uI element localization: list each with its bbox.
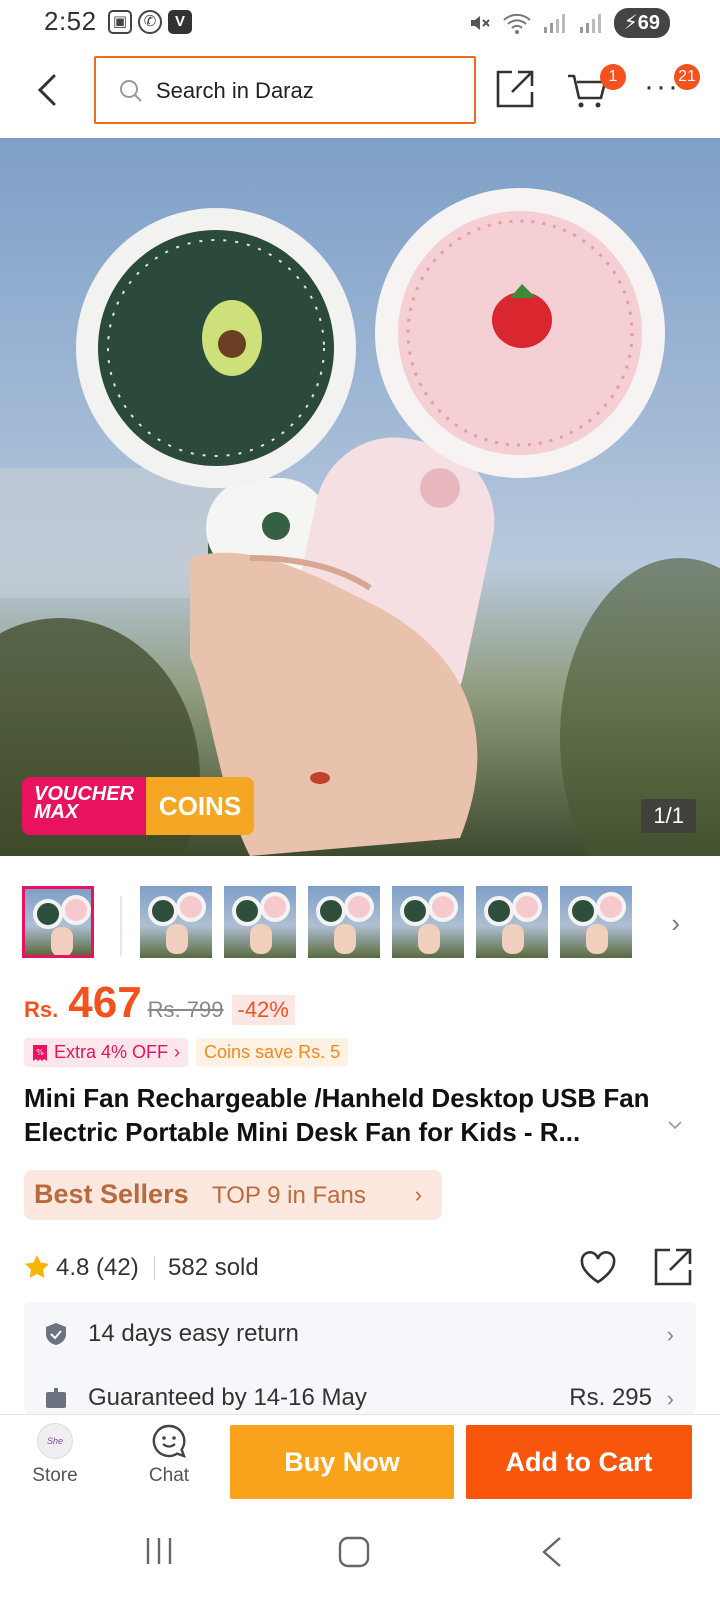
share-icon[interactable] bbox=[652, 1246, 694, 1288]
more-badge: 21 bbox=[674, 64, 700, 90]
search-icon bbox=[120, 80, 142, 102]
thumbnail-2[interactable] bbox=[140, 886, 212, 958]
promo-row: % Extra 4% OFF › Coins save Rs. 5 bbox=[24, 1038, 349, 1067]
store-button[interactable]: She Store bbox=[22, 1423, 88, 1487]
chat-icon bbox=[152, 1424, 187, 1458]
status-app-icons: ▣ ✆ V bbox=[108, 10, 192, 34]
heart-icon[interactable] bbox=[578, 1248, 618, 1288]
best-sellers-label: Best Sellers bbox=[34, 1179, 189, 1209]
thumbnail-7[interactable] bbox=[560, 886, 632, 958]
status-bar: 2:52 ▣ ✆ V ⚡69 bbox=[0, 0, 720, 46]
mute-icon bbox=[470, 16, 490, 30]
store-label: Store bbox=[32, 1465, 78, 1486]
store-logo: She bbox=[37, 1423, 73, 1459]
chat-button[interactable]: Chat bbox=[134, 1423, 204, 1487]
gallery-icon: ▣ bbox=[108, 10, 132, 34]
top-bar: Search in Daraz 1 ··· 21 bbox=[0, 46, 720, 136]
v-icon: V bbox=[168, 10, 192, 34]
delivery-label: Guaranteed by 14-16 May bbox=[88, 1384, 367, 1411]
delivery-icon bbox=[46, 1388, 66, 1408]
thumbnail-6[interactable] bbox=[476, 886, 548, 958]
thumbnail-4[interactable] bbox=[308, 886, 380, 958]
product-page: 2:52 ▣ ✆ V ⚡69 Search in Daraz 1 ··· 21 bbox=[0, 0, 720, 1600]
thumbnail-divider bbox=[120, 896, 122, 956]
return-policy-row[interactable]: 14 days easy return › bbox=[24, 1302, 696, 1366]
sold-count: 582 sold bbox=[168, 1254, 259, 1281]
return-policy-label: 14 days easy return bbox=[88, 1320, 299, 1347]
shield-check-icon bbox=[46, 1323, 66, 1345]
chevron-right-icon[interactable]: › bbox=[671, 908, 680, 939]
price-currency: Rs. bbox=[24, 997, 59, 1022]
image-counter: 1/1 bbox=[641, 799, 696, 833]
coins-label: COINS bbox=[146, 777, 254, 835]
battery-indicator: ⚡69 bbox=[613, 8, 670, 38]
chevron-right-icon: › bbox=[174, 1042, 181, 1062]
chevron-down-icon[interactable] bbox=[666, 1116, 684, 1134]
chat-label: Chat bbox=[148, 1465, 190, 1486]
back-icon[interactable] bbox=[540, 1536, 564, 1568]
delivery-row[interactable]: Guaranteed by 14-16 May Rs. 295 › bbox=[24, 1366, 696, 1414]
coins-save-promo[interactable]: Coins save Rs. 5 bbox=[196, 1038, 349, 1067]
original-price: Rs. 799 bbox=[147, 997, 224, 1022]
price-row: Rs. 467 Rs. 799 -42% bbox=[24, 978, 295, 1028]
bottom-action-bar: She Store Chat Buy Now Add to Cart bbox=[0, 1414, 720, 1508]
voucher-line2: MAX bbox=[34, 801, 79, 823]
signal-icon bbox=[543, 14, 565, 33]
current-price: 467 bbox=[68, 978, 142, 1027]
home-icon[interactable] bbox=[338, 1536, 370, 1568]
recent-apps-icon[interactable] bbox=[144, 1536, 174, 1566]
search-input[interactable]: Search in Daraz bbox=[94, 56, 476, 124]
best-sellers-banner[interactable]: Best Sellers TOP 9 in Fans › bbox=[24, 1170, 442, 1220]
rating-divider bbox=[154, 1256, 155, 1280]
rating-score[interactable]: 4.8 (42) bbox=[56, 1254, 139, 1282]
voucher-max-badge[interactable]: VOUCHER MAX COINS bbox=[22, 777, 254, 835]
cart-badge: 1 bbox=[600, 64, 626, 90]
buy-now-button[interactable]: Buy Now bbox=[230, 1425, 454, 1499]
thumbnail-5[interactable] bbox=[392, 886, 464, 958]
chevron-right-icon: › bbox=[414, 1182, 422, 1207]
delivery-price: Rs. 295 bbox=[569, 1384, 652, 1411]
rating-row: 4.8 (42) 582 sold bbox=[24, 1248, 704, 1292]
chevron-right-icon: › bbox=[666, 1322, 674, 1347]
product-photo bbox=[0, 188, 720, 856]
status-right: ⚡69 bbox=[468, 8, 670, 38]
status-time: 2:52 bbox=[44, 6, 97, 36]
chevron-right-icon: › bbox=[666, 1386, 674, 1411]
signal-icon-2 bbox=[579, 14, 601, 33]
best-sellers-rank: TOP 9 in Fans bbox=[212, 1182, 366, 1209]
product-image[interactable]: VOUCHER MAX COINS 1/1 bbox=[0, 138, 720, 856]
product-title[interactable]: Mini Fan Rechargeable /Hanheld Desktop U… bbox=[24, 1081, 664, 1149]
discount-badge: -42% bbox=[231, 995, 295, 1025]
extra-off-promo[interactable]: % Extra 4% OFF › bbox=[24, 1038, 189, 1067]
thumbnail-3[interactable] bbox=[224, 886, 296, 958]
share-icon[interactable] bbox=[494, 68, 536, 110]
wifi-icon bbox=[503, 13, 531, 34]
battery-level: 69 bbox=[637, 12, 660, 34]
thumbnail-1[interactable] bbox=[22, 886, 94, 958]
voucher-icon: % bbox=[33, 1044, 47, 1061]
thumbnail-strip: › bbox=[0, 880, 720, 960]
star-icon bbox=[25, 1255, 49, 1278]
add-to-cart-button[interactable]: Add to Cart bbox=[466, 1425, 692, 1499]
voucher-label: VOUCHER MAX bbox=[22, 777, 146, 835]
svg-text:%: % bbox=[36, 1048, 44, 1057]
service-info: 14 days easy return › Guaranteed by 14-1… bbox=[24, 1302, 696, 1414]
search-placeholder: Search in Daraz bbox=[156, 78, 314, 103]
extra-off-label: Extra 4% OFF bbox=[54, 1042, 169, 1062]
back-arrow-icon[interactable] bbox=[32, 70, 64, 110]
whatsapp-icon: ✆ bbox=[138, 10, 162, 34]
system-nav-bar bbox=[0, 1508, 720, 1600]
